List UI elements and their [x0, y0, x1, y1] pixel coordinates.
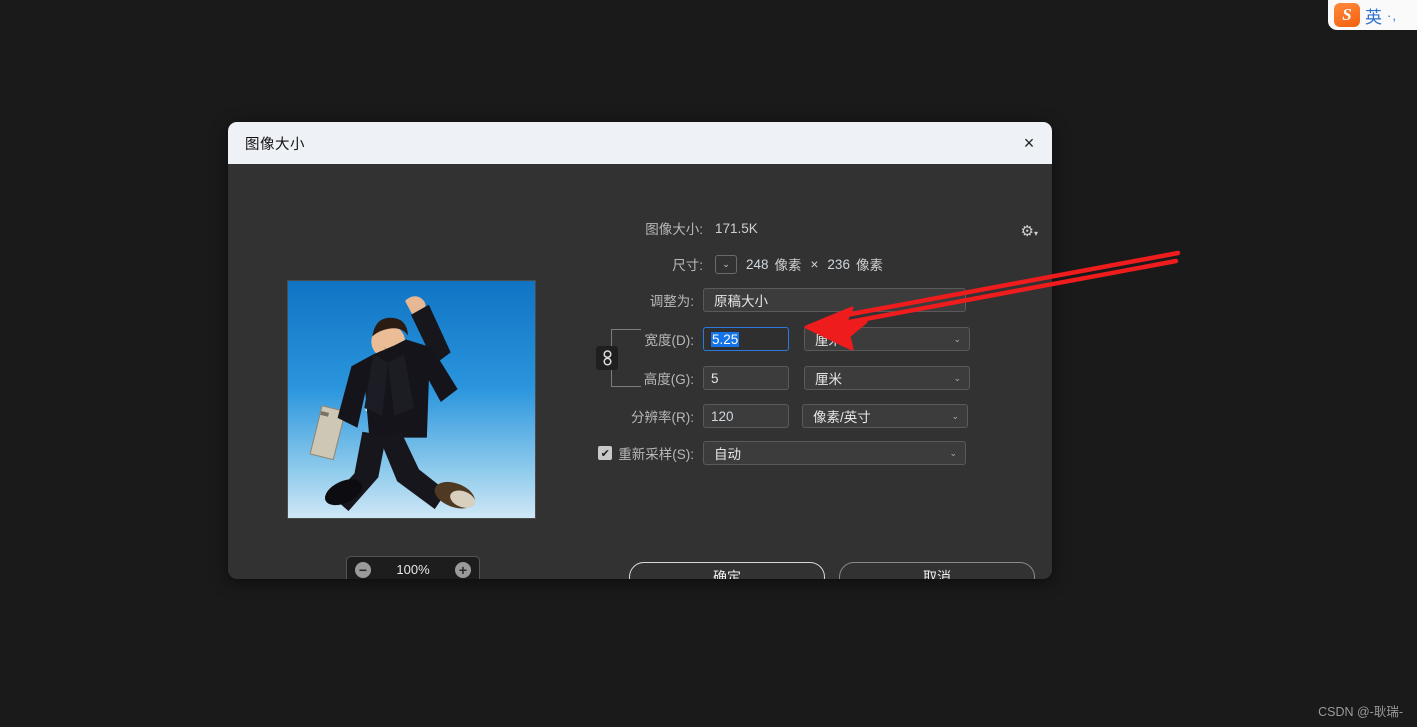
chain-link-glyph	[602, 350, 612, 366]
watermark: CSDN @-耿瑞-	[1318, 705, 1403, 719]
image-size-value: 171.5K	[715, 220, 758, 236]
chevron-down-icon: ⌄	[949, 447, 957, 458]
image-size-row: 图像大小: 171.5K	[578, 218, 1052, 238]
dimensions-dropdown-icon[interactable]: ⌄	[715, 254, 737, 274]
width-input[interactable]: 5.25	[703, 327, 789, 351]
width-row: 宽度(D): 5.25 厘米 ⌄	[578, 327, 1052, 351]
chevron-down-icon: ⌄	[951, 410, 959, 421]
dimensions-row: 尺寸: ⌄ 248 像素 × 236 像素	[578, 254, 1052, 274]
chevron-down-icon: ▾	[1033, 229, 1038, 238]
close-icon[interactable]: ×	[1006, 122, 1052, 164]
resolution-input[interactable]: 120	[703, 404, 789, 428]
zoom-in-icon[interactable]: +	[455, 561, 471, 578]
chevron-down-icon: ⌄	[949, 294, 957, 305]
cancel-button[interactable]: 取消	[839, 562, 1035, 579]
width-value: 5.25	[711, 331, 740, 347]
screen: S 英 ·, 图像大小 × − 100% + 图像大小: 171.5K ⚙▾ 尺…	[0, 0, 1417, 727]
resample-label: 重新采样(S):	[618, 447, 694, 462]
height-input[interactable]: 5	[703, 366, 789, 390]
height-value: 5	[711, 370, 719, 386]
image-preview[interactable]	[287, 280, 536, 519]
dialog-body: − 100% + 图像大小: 171.5K ⚙▾ 尺寸: ⌄ 248 像素 × …	[228, 164, 1052, 579]
jumping-businessman-illustration	[309, 296, 476, 512]
resample-method-value: 自动	[714, 447, 741, 462]
zoom-percent-label: 100%	[396, 562, 430, 577]
preview-photo	[288, 281, 535, 518]
dimensions-width-unit: 像素	[774, 258, 802, 273]
ime-language-label[interactable]: 英	[1365, 3, 1382, 28]
image-size-label: 图像大小:	[645, 222, 703, 237]
resolution-unit-value: 像素/英寸	[813, 410, 871, 425]
resolution-unit-select[interactable]: 像素/英寸 ⌄	[802, 404, 968, 428]
dimensions-label: 尺寸:	[672, 258, 703, 273]
resolution-row: 分辨率(R): 120 像素/英寸 ⌄	[578, 404, 1052, 428]
resample-row: ✔ 重新采样(S): 自动 ⌄	[578, 441, 1052, 465]
height-label: 高度(G):	[643, 372, 694, 387]
fit-to-row: 调整为: 原稿大小 ⌄	[578, 288, 1052, 312]
image-size-dialog: 图像大小 × − 100% + 图像大小: 171.5K ⚙▾ 尺寸: ⌄ 24…	[228, 122, 1052, 579]
image-size-form: 图像大小: 171.5K ⚙▾ 尺寸: ⌄ 248 像素 × 236 像素 调整…	[578, 164, 1052, 579]
fit-to-label: 调整为:	[649, 294, 694, 309]
resample-method-select[interactable]: 自动 ⌄	[703, 441, 966, 465]
fit-to-select[interactable]: 原稿大小 ⌄	[703, 288, 966, 312]
resolution-value: 120	[711, 408, 734, 424]
dialog-titlebar: 图像大小 ×	[228, 122, 1052, 164]
height-row: 高度(G): 5 厘米 ⌄	[578, 366, 1052, 390]
zoom-out-icon[interactable]: −	[355, 561, 371, 578]
ime-punctuation-icon[interactable]: ·,	[1387, 8, 1397, 23]
height-unit-value: 厘米	[815, 372, 842, 387]
width-unit-select[interactable]: 厘米 ⌄	[804, 327, 970, 351]
chevron-down-icon: ⌄	[953, 372, 961, 383]
fit-to-value: 原稿大小	[714, 294, 768, 309]
gear-icon[interactable]: ⚙▾	[1021, 222, 1038, 240]
dialog-title: 图像大小	[245, 136, 305, 153]
dimensions-width-value: 248	[746, 256, 769, 272]
width-unit-value: 厘米	[815, 333, 842, 348]
dimensions-height-unit: 像素	[855, 258, 883, 273]
dimensions-separator: ×	[810, 256, 819, 272]
ime-indicator[interactable]: S 英 ·,	[1328, 0, 1417, 30]
dimensions-height-value: 236	[827, 256, 850, 272]
resample-label-group: ✔ 重新采样(S):	[578, 443, 703, 463]
chevron-down-icon: ⌄	[953, 333, 961, 344]
height-unit-select[interactable]: 厘米 ⌄	[804, 366, 970, 390]
gear-glyph: ⚙	[1020, 223, 1034, 240]
resolution-label: 分辨率(R):	[631, 410, 694, 425]
preview-zoom-control[interactable]: − 100% +	[346, 556, 480, 579]
sogou-logo-icon: S	[1334, 3, 1360, 27]
width-label: 宽度(D):	[644, 333, 695, 348]
ok-button[interactable]: 确定	[629, 562, 825, 579]
resample-checkbox[interactable]: ✔	[598, 446, 613, 460]
